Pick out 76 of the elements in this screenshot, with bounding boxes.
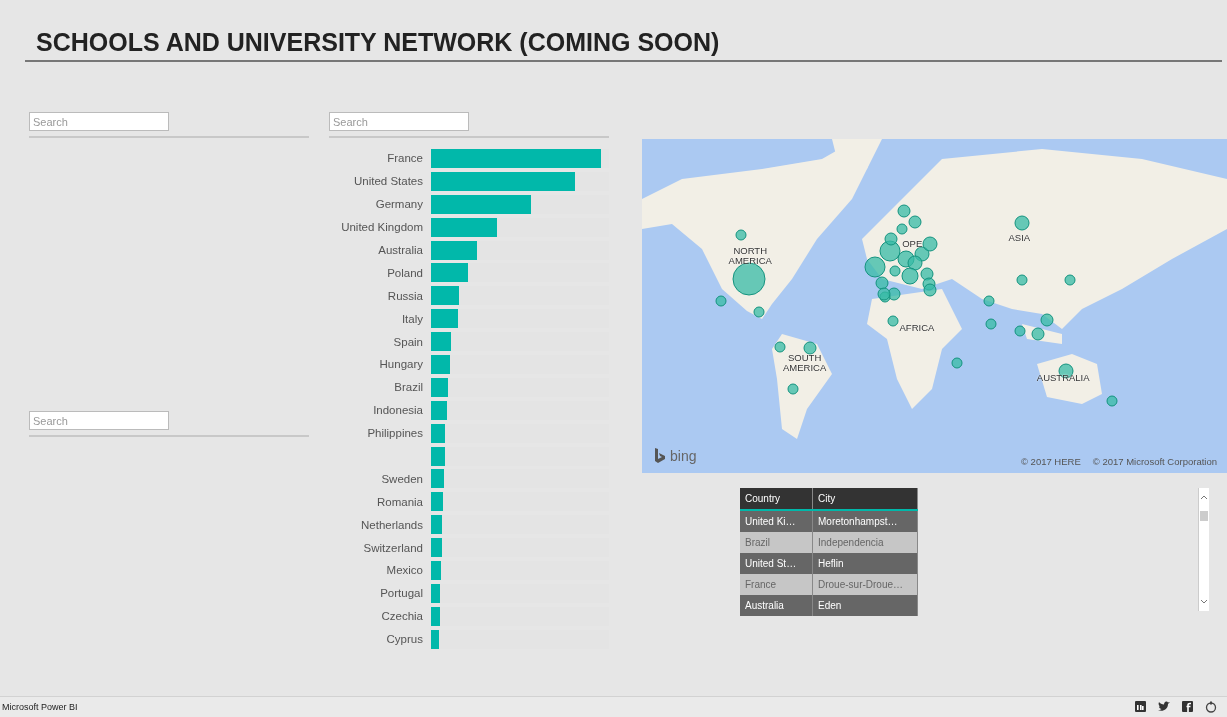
bar-label: Cyprus — [386, 633, 423, 646]
column-header[interactable]: City — [812, 488, 918, 510]
circle-icon[interactable] — [1205, 701, 1217, 713]
table-cell: United Ki… — [740, 510, 813, 532]
table-cell: Independencia — [812, 532, 918, 553]
bar-label: Poland — [387, 266, 423, 279]
bar-label: United Kingdom — [341, 221, 423, 234]
bar-label: Hungary — [379, 358, 423, 371]
table-cell: Australia — [740, 595, 813, 616]
table-cell: Heflin — [812, 553, 918, 574]
map-label: AFRICA — [899, 322, 935, 333]
bar[interactable] — [431, 240, 478, 260]
bar[interactable] — [431, 423, 446, 443]
bar-label: Sweden — [381, 472, 423, 485]
bar-label: Netherlands — [361, 518, 423, 531]
bar[interactable] — [431, 217, 497, 237]
bar-label: Switzerland — [363, 541, 423, 554]
search-field[interactable]: Search — [329, 112, 469, 131]
map-label: OPE — [902, 239, 923, 250]
bar[interactable] — [431, 583, 441, 603]
bar-label: Portugal — [380, 587, 423, 600]
map-credit: © 2017 HERE — [1020, 456, 1081, 467]
map-label: ASIA — [1008, 232, 1031, 243]
bar[interactable] — [431, 629, 439, 649]
map-credit: © 2017 Microsoft Corporation — [1092, 456, 1217, 467]
bar[interactable] — [431, 469, 444, 489]
bar[interactable] — [431, 263, 469, 283]
bar-label: Indonesia — [373, 404, 423, 417]
bar[interactable] — [431, 309, 459, 329]
page-title: SCHOOLS AND UNIVERSITY NETWORK (COMING SOON) — [36, 28, 721, 57]
bar[interactable] — [431, 606, 441, 626]
bar-label: Romania — [376, 495, 423, 508]
bar[interactable] — [431, 400, 447, 420]
scroll-up-icon[interactable] — [1200, 494, 1208, 500]
bar[interactable] — [431, 492, 443, 512]
scroll-down-icon[interactable] — [1200, 599, 1208, 605]
map-label: NORTH AMERICA — [728, 245, 772, 266]
bar-label: France — [387, 152, 423, 165]
scroll-thumb[interactable] — [1200, 511, 1208, 521]
bar[interactable] — [431, 286, 459, 306]
bar[interactable] — [431, 446, 446, 466]
brand-name: Microsoft Power BI — [2, 702, 78, 712]
bar-label: Russia — [387, 289, 423, 302]
table-cell: France — [740, 574, 813, 595]
map-label: AUSTRALIA — [1036, 372, 1090, 383]
table-cell: Eden — [812, 595, 918, 616]
bar-label: Philippines — [367, 427, 423, 440]
table-cell: United St… — [740, 553, 813, 574]
table-cell: Droue-sur-Droue… — [812, 574, 918, 595]
search-field[interactable]: Search — [29, 112, 169, 131]
bar[interactable] — [431, 538, 443, 558]
table-cell: Brazil — [740, 532, 813, 553]
bar[interactable] — [431, 194, 531, 214]
bird-icon[interactable] — [1158, 701, 1170, 712]
bar[interactable] — [431, 332, 451, 352]
bar[interactable] — [431, 515, 443, 535]
search-field[interactable]: Search — [29, 411, 169, 430]
bar[interactable] — [431, 354, 451, 374]
square-logo-icon[interactable] — [1182, 701, 1193, 712]
bar[interactable] — [431, 560, 441, 580]
bar[interactable] — [431, 171, 576, 191]
bar-label: Spain — [393, 335, 423, 348]
square-logo-icon[interactable] — [1135, 701, 1146, 712]
bar[interactable] — [431, 377, 449, 397]
bar-label: Czechia — [381, 610, 423, 623]
map-logo: bing — [670, 448, 697, 464]
bar-label: Brazil — [394, 381, 423, 394]
bar-label: Germany — [375, 198, 423, 211]
scrollbar[interactable] — [1198, 488, 1209, 611]
bar-label: United States — [353, 175, 423, 188]
column-header[interactable]: Country — [740, 488, 813, 510]
map-label: SOUTH AMERICA — [783, 352, 827, 373]
logo-icon — [654, 448, 666, 464]
bar-label: Mexico — [386, 564, 423, 577]
bar-label: Italy — [401, 312, 423, 325]
bar-label: Australia — [378, 244, 423, 256]
